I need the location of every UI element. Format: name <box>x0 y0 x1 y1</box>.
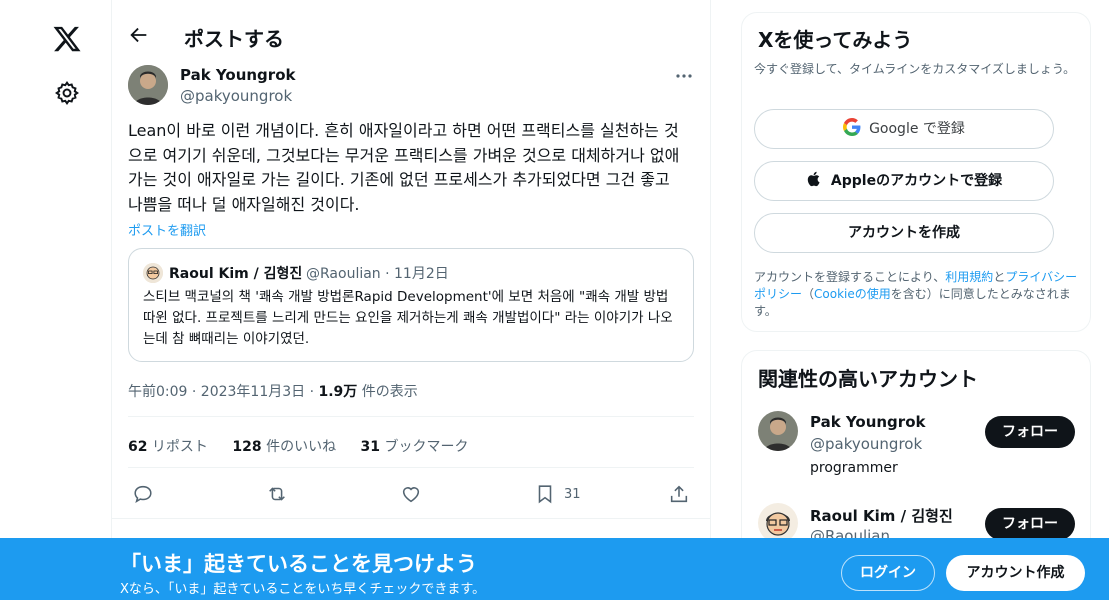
page-title: ポストする <box>184 27 284 51</box>
post-text: Lean이 바로 이런 개념이다. 흔히 애자일이라고 하면 어떤 프랙티스를 … <box>128 121 680 214</box>
gear-icon[interactable] <box>54 80 80 106</box>
avatar <box>143 263 163 283</box>
bookmark-icon[interactable] <box>534 483 558 507</box>
signup-card-title: Xを使ってみよう <box>758 28 913 52</box>
divider <box>128 467 694 468</box>
post-time[interactable]: 午前0:09 · 2023年11月3日 · <box>128 384 319 400</box>
bookmark-count: 31 <box>564 487 581 502</box>
views-count: 1.9万 <box>318 384 358 400</box>
more-icon[interactable] <box>674 66 694 86</box>
signup-card: Xを使ってみよう 今すぐ登録して、タイムラインをカスタマイズしましょう。 Goo… <box>741 12 1091 332</box>
heart-icon[interactable] <box>400 483 424 507</box>
follow-button[interactable]: フォロー <box>985 416 1075 448</box>
author-handle[interactable]: @pakyoungrok <box>180 87 292 105</box>
x-logo-icon[interactable] <box>52 24 82 54</box>
follow-button[interactable]: フォロー <box>985 508 1075 540</box>
post-meta: 午前0:09 · 2023年11月3日 · 1.9万 件の表示 <box>128 381 418 401</box>
reposts-stat[interactable]: 62 リポスト <box>128 439 208 455</box>
account-bio: programmer <box>810 460 898 476</box>
signup-banner: 「いま」起きていることを見つけよう Xなら、「いま」起きていることをいち早くチェ… <box>0 538 1109 600</box>
quoted-author-handle: @Raoulian · 11月2日 <box>306 266 449 282</box>
post-stats: 62 リポスト 128 件のいいね 31 ブックマーク <box>128 436 488 456</box>
divider <box>112 518 711 519</box>
terms-text: アカウントを登録することにより、利用規約とプライバシーポリシー（Cookieの使… <box>754 270 1078 318</box>
signup-card-subtitle: 今すぐ登録して、タイムラインをカスタマイズしましょう。 <box>754 62 1076 76</box>
account-name[interactable]: Pak Youngrok <box>810 413 925 431</box>
post-actions: 31 <box>112 478 711 512</box>
cookie-link[interactable]: Cookieの使用 <box>814 287 891 301</box>
quoted-post-text: 스티브 맥코널의 책 '쾌속 개발 방법론Rapid Development'에… <box>143 289 673 347</box>
banner-title: 「いま」起きていることを見つけよう <box>120 552 477 576</box>
divider <box>128 416 694 417</box>
avatar[interactable] <box>758 411 798 451</box>
account-handle[interactable]: @pakyoungrok <box>810 435 922 453</box>
quoted-author-name: Raoul Kim / 김형진 <box>169 266 303 282</box>
bookmarks-stat[interactable]: 31 ブックマーク <box>361 439 469 455</box>
share-icon[interactable] <box>668 483 692 507</box>
arrow-left-icon[interactable] <box>128 24 150 46</box>
relevant-accounts-title: 関連性の高いアカウント <box>758 367 978 391</box>
avatar[interactable] <box>128 65 168 105</box>
views-label: 件の表示 <box>357 384 418 400</box>
reply-icon[interactable] <box>132 483 156 507</box>
avatar[interactable] <box>758 503 798 543</box>
author-name[interactable]: Pak Youngrok <box>180 66 295 84</box>
google-signup-button[interactable]: Google で登録 <box>754 109 1054 149</box>
main-column: ポストする Pak Youngrok @pakyoungrok Lean이 바로… <box>112 0 711 600</box>
google-icon <box>843 118 861 136</box>
apple-signup-label: Appleのアカウントで登録 <box>830 173 1003 189</box>
translate-link[interactable]: ポストを翻訳 <box>128 220 206 239</box>
terms-link[interactable]: 利用規約 <box>945 270 993 284</box>
account-name[interactable]: Raoul Kim / 김형진 <box>810 505 953 526</box>
repost-icon[interactable] <box>266 483 290 507</box>
quoted-post[interactable]: Raoul Kim / 김형진 @Raoulian · 11月2日 스티브 맥코… <box>128 248 694 362</box>
banner-subtitle: Xなら、「いま」起きていることをいち早くチェックできます。 <box>120 582 486 597</box>
apple-icon <box>807 171 820 187</box>
apple-signup-button[interactable]: Appleのアカウントで登録 <box>754 161 1054 201</box>
google-signup-label: Google で登録 <box>869 121 965 137</box>
page-header: ポストする <box>112 0 711 72</box>
left-nav <box>0 0 112 600</box>
create-account-button[interactable]: アカウントを作成 <box>754 213 1054 253</box>
login-button[interactable]: ログイン <box>841 555 935 591</box>
signup-button[interactable]: アカウント作成 <box>946 555 1085 591</box>
likes-stat[interactable]: 128 件のいいね <box>232 439 336 455</box>
